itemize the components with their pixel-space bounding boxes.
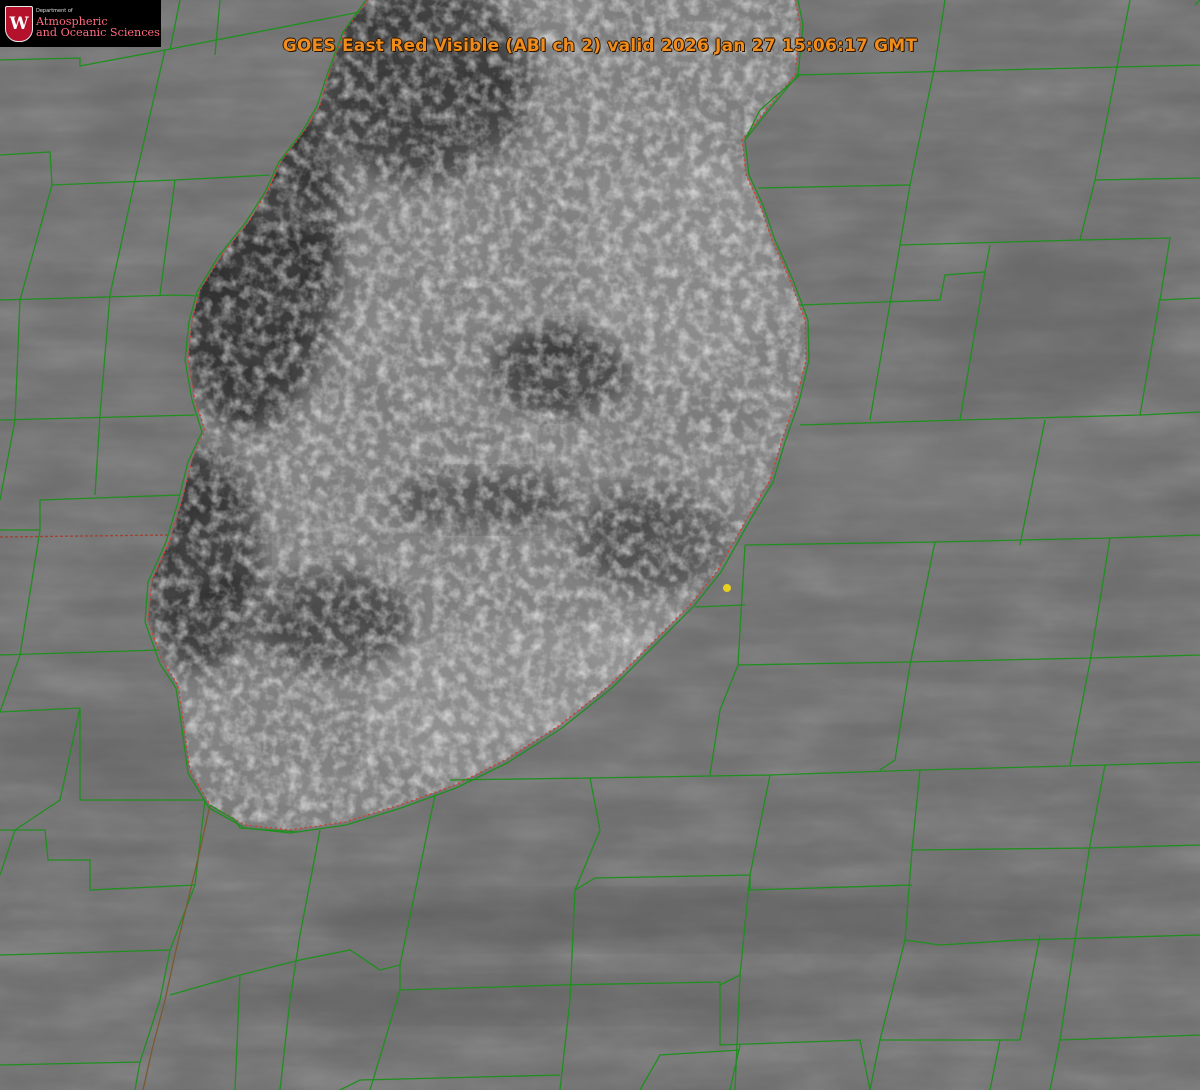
image-title: GOES East Red Visible (ABI ch 2) valid 2… (282, 36, 918, 56)
location-marker (723, 584, 731, 592)
satellite-map (0, 0, 1200, 1090)
logo-text: Department of Atmospheric and Oceanic Sc… (36, 7, 160, 38)
logo-department: Department of (36, 7, 73, 14)
satellite-viewer: W Department of Atmospheric and Oceanic … (0, 0, 1200, 1090)
